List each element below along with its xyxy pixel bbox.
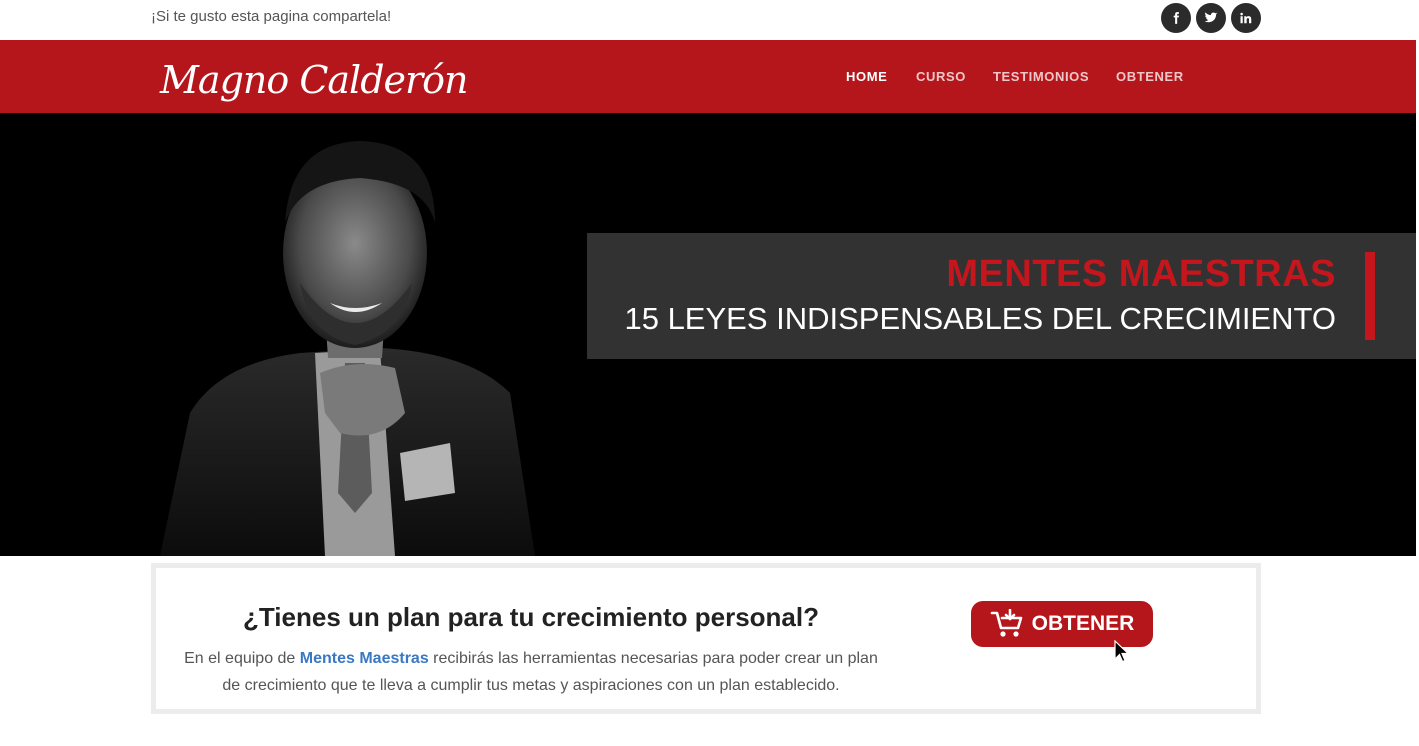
mentes-maestras-link[interactable]: Mentes Maestras — [300, 650, 429, 667]
hero-section: MENTES MAESTRAS 15 LEYES INDISPENSABLES … — [0, 113, 1416, 556]
facebook-icon[interactable] — [1161, 3, 1191, 33]
hero-banner: MENTES MAESTRAS 15 LEYES INDISPENSABLES … — [587, 233, 1416, 359]
hero-title: MENTES MAESTRAS — [946, 253, 1336, 295]
share-text: ¡Si te gusto esta pagina compartela! — [151, 8, 392, 25]
nav-curso[interactable]: CURSO — [916, 69, 966, 84]
linkedin-icon[interactable] — [1231, 3, 1261, 33]
obtener-button-label: OBTENER — [1031, 612, 1135, 635]
card-title: ¿Tienes un plan para tu crecimiento pers… — [243, 602, 819, 632]
logo-text: Magno Calderón — [160, 58, 469, 102]
card-body-prefix: En el equipo de — [184, 650, 300, 667]
nav-obtener[interactable]: OBTENER — [1116, 69, 1184, 84]
nav-testimonios[interactable]: TESTIMONIOS — [993, 69, 1089, 84]
mouse-cursor-icon — [1114, 640, 1130, 663]
cart-icon — [990, 609, 1022, 637]
banner-accent-bar — [1365, 252, 1375, 340]
nav-home[interactable]: HOME — [846, 69, 887, 84]
site-logo[interactable]: Magno Calderón — [160, 50, 469, 110]
main-navbar: Magno Calderón HOME CURSO TESTIMONIOS OB… — [0, 40, 1416, 113]
cta-card: ¿Tienes un plan para tu crecimiento pers… — [151, 563, 1261, 714]
card-description: En el equipo de Mentes Maestras recibirá… — [181, 645, 881, 699]
hero-subtitle: 15 LEYES INDISPENSABLES DEL CRECIMIENTO — [624, 301, 1336, 336]
twitter-icon[interactable] — [1196, 3, 1226, 33]
top-bar: ¡Si te gusto esta pagina compartela! — [0, 0, 1419, 40]
portrait-photo — [160, 141, 535, 556]
